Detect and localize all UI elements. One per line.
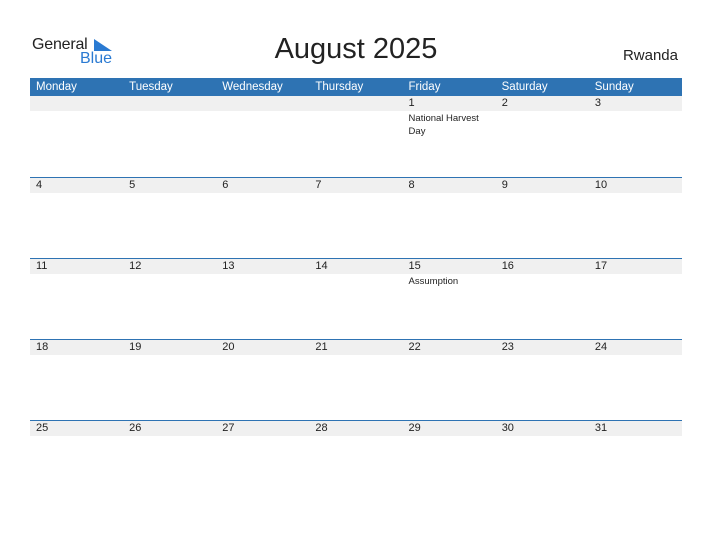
day-number: 23 <box>501 341 514 353</box>
day-number: 27 <box>222 422 235 434</box>
weekday-wednesday: Wednesday <box>222 81 283 93</box>
day-number: 31 <box>594 422 608 434</box>
day-cell: 20 <box>216 339 309 420</box>
day-cell: 9 <box>496 177 589 258</box>
day-number: 30 <box>501 422 514 434</box>
day-number: 15 <box>408 260 421 272</box>
day-cell: 18 <box>30 339 123 420</box>
day-number: 4 <box>36 179 43 191</box>
day-cell <box>309 96 402 177</box>
week-row: 1 National Harvest Day 2 3 <box>30 96 682 177</box>
weekday-saturday: Saturday <box>501 81 548 93</box>
day-number: 5 <box>129 179 136 191</box>
day-cell: 26 <box>123 420 216 501</box>
weekday-tuesday: Tuesday <box>129 81 173 93</box>
day-number: 12 <box>129 260 142 272</box>
weekday-friday: Friday <box>408 81 441 93</box>
day-cell <box>30 96 123 177</box>
day-number: 3 <box>594 97 601 109</box>
day-cell: 15 Assumption <box>403 258 496 339</box>
day-cell: 21 <box>309 339 402 420</box>
day-cell: 1 National Harvest Day <box>403 96 496 177</box>
day-number: 13 <box>222 260 235 272</box>
day-cell: 5 <box>123 177 216 258</box>
day-cell: 25 <box>30 420 123 501</box>
week-row: 18 19 20 21 22 23 24 <box>30 339 682 420</box>
day-number: 21 <box>315 341 328 353</box>
week-row: 11 12 13 14 15 Assumption 16 17 <box>30 258 682 339</box>
weekday-sunday: Sunday <box>594 81 634 93</box>
week-row: 4 5 6 7 8 9 10 <box>30 177 682 258</box>
day-cell: 17 <box>589 258 682 339</box>
day-cell: 14 <box>309 258 402 339</box>
day-number: 10 <box>594 179 608 191</box>
day-cell: 31 <box>589 420 682 501</box>
day-cell: 28 <box>309 420 402 501</box>
day-number: 17 <box>594 260 608 272</box>
day-number: 1 <box>408 97 415 109</box>
day-cell: 11 <box>30 258 123 339</box>
day-number: 28 <box>315 422 328 434</box>
day-number: 18 <box>36 341 49 353</box>
day-cell: 24 <box>589 339 682 420</box>
day-cell: 7 <box>309 177 402 258</box>
week-row: 25 26 27 28 29 30 31 <box>30 420 682 501</box>
calendar-title: August 2025 <box>274 33 438 65</box>
day-number: 8 <box>408 179 415 191</box>
weekday-monday: Monday <box>36 81 77 93</box>
day-number: 14 <box>315 260 328 272</box>
day-number: 2 <box>501 97 508 109</box>
day-cell: 8 <box>403 177 496 258</box>
holiday-label: Assumption <box>408 276 459 287</box>
country-label: Rwanda <box>622 47 678 64</box>
day-cell: 27 <box>216 420 309 501</box>
day-cell: 29 <box>403 420 496 501</box>
day-number: 9 <box>501 179 508 191</box>
day-cell: 19 <box>123 339 216 420</box>
day-cell: 6 <box>216 177 309 258</box>
day-cell <box>123 96 216 177</box>
day-cell: 2 <box>496 96 589 177</box>
day-cell: 3 <box>589 96 682 177</box>
day-number: 16 <box>501 260 514 272</box>
day-cell: 12 <box>123 258 216 339</box>
day-number: 7 <box>315 179 322 191</box>
day-number: 20 <box>222 341 235 353</box>
day-cell: 13 <box>216 258 309 339</box>
day-cell: 23 <box>496 339 589 420</box>
day-number: 19 <box>129 341 142 353</box>
day-number: 26 <box>129 422 142 434</box>
day-number: 24 <box>594 341 608 353</box>
day-cell <box>216 96 309 177</box>
weekday-header: Monday Tuesday Wednesday Thursday Friday… <box>30 78 682 97</box>
day-number: 11 <box>36 260 48 272</box>
day-cell: 10 <box>589 177 682 258</box>
day-cell: 22 <box>403 339 496 420</box>
day-cell: 4 <box>30 177 123 258</box>
day-number: 6 <box>222 179 229 191</box>
day-cell: 16 <box>496 258 589 339</box>
day-number: 22 <box>408 341 421 353</box>
day-number: 25 <box>36 422 49 434</box>
day-number: 29 <box>408 422 421 434</box>
day-cell: 30 <box>496 420 589 501</box>
weekday-thursday: Thursday <box>315 81 364 93</box>
holiday-label: National Harvest Day <box>408 113 479 137</box>
